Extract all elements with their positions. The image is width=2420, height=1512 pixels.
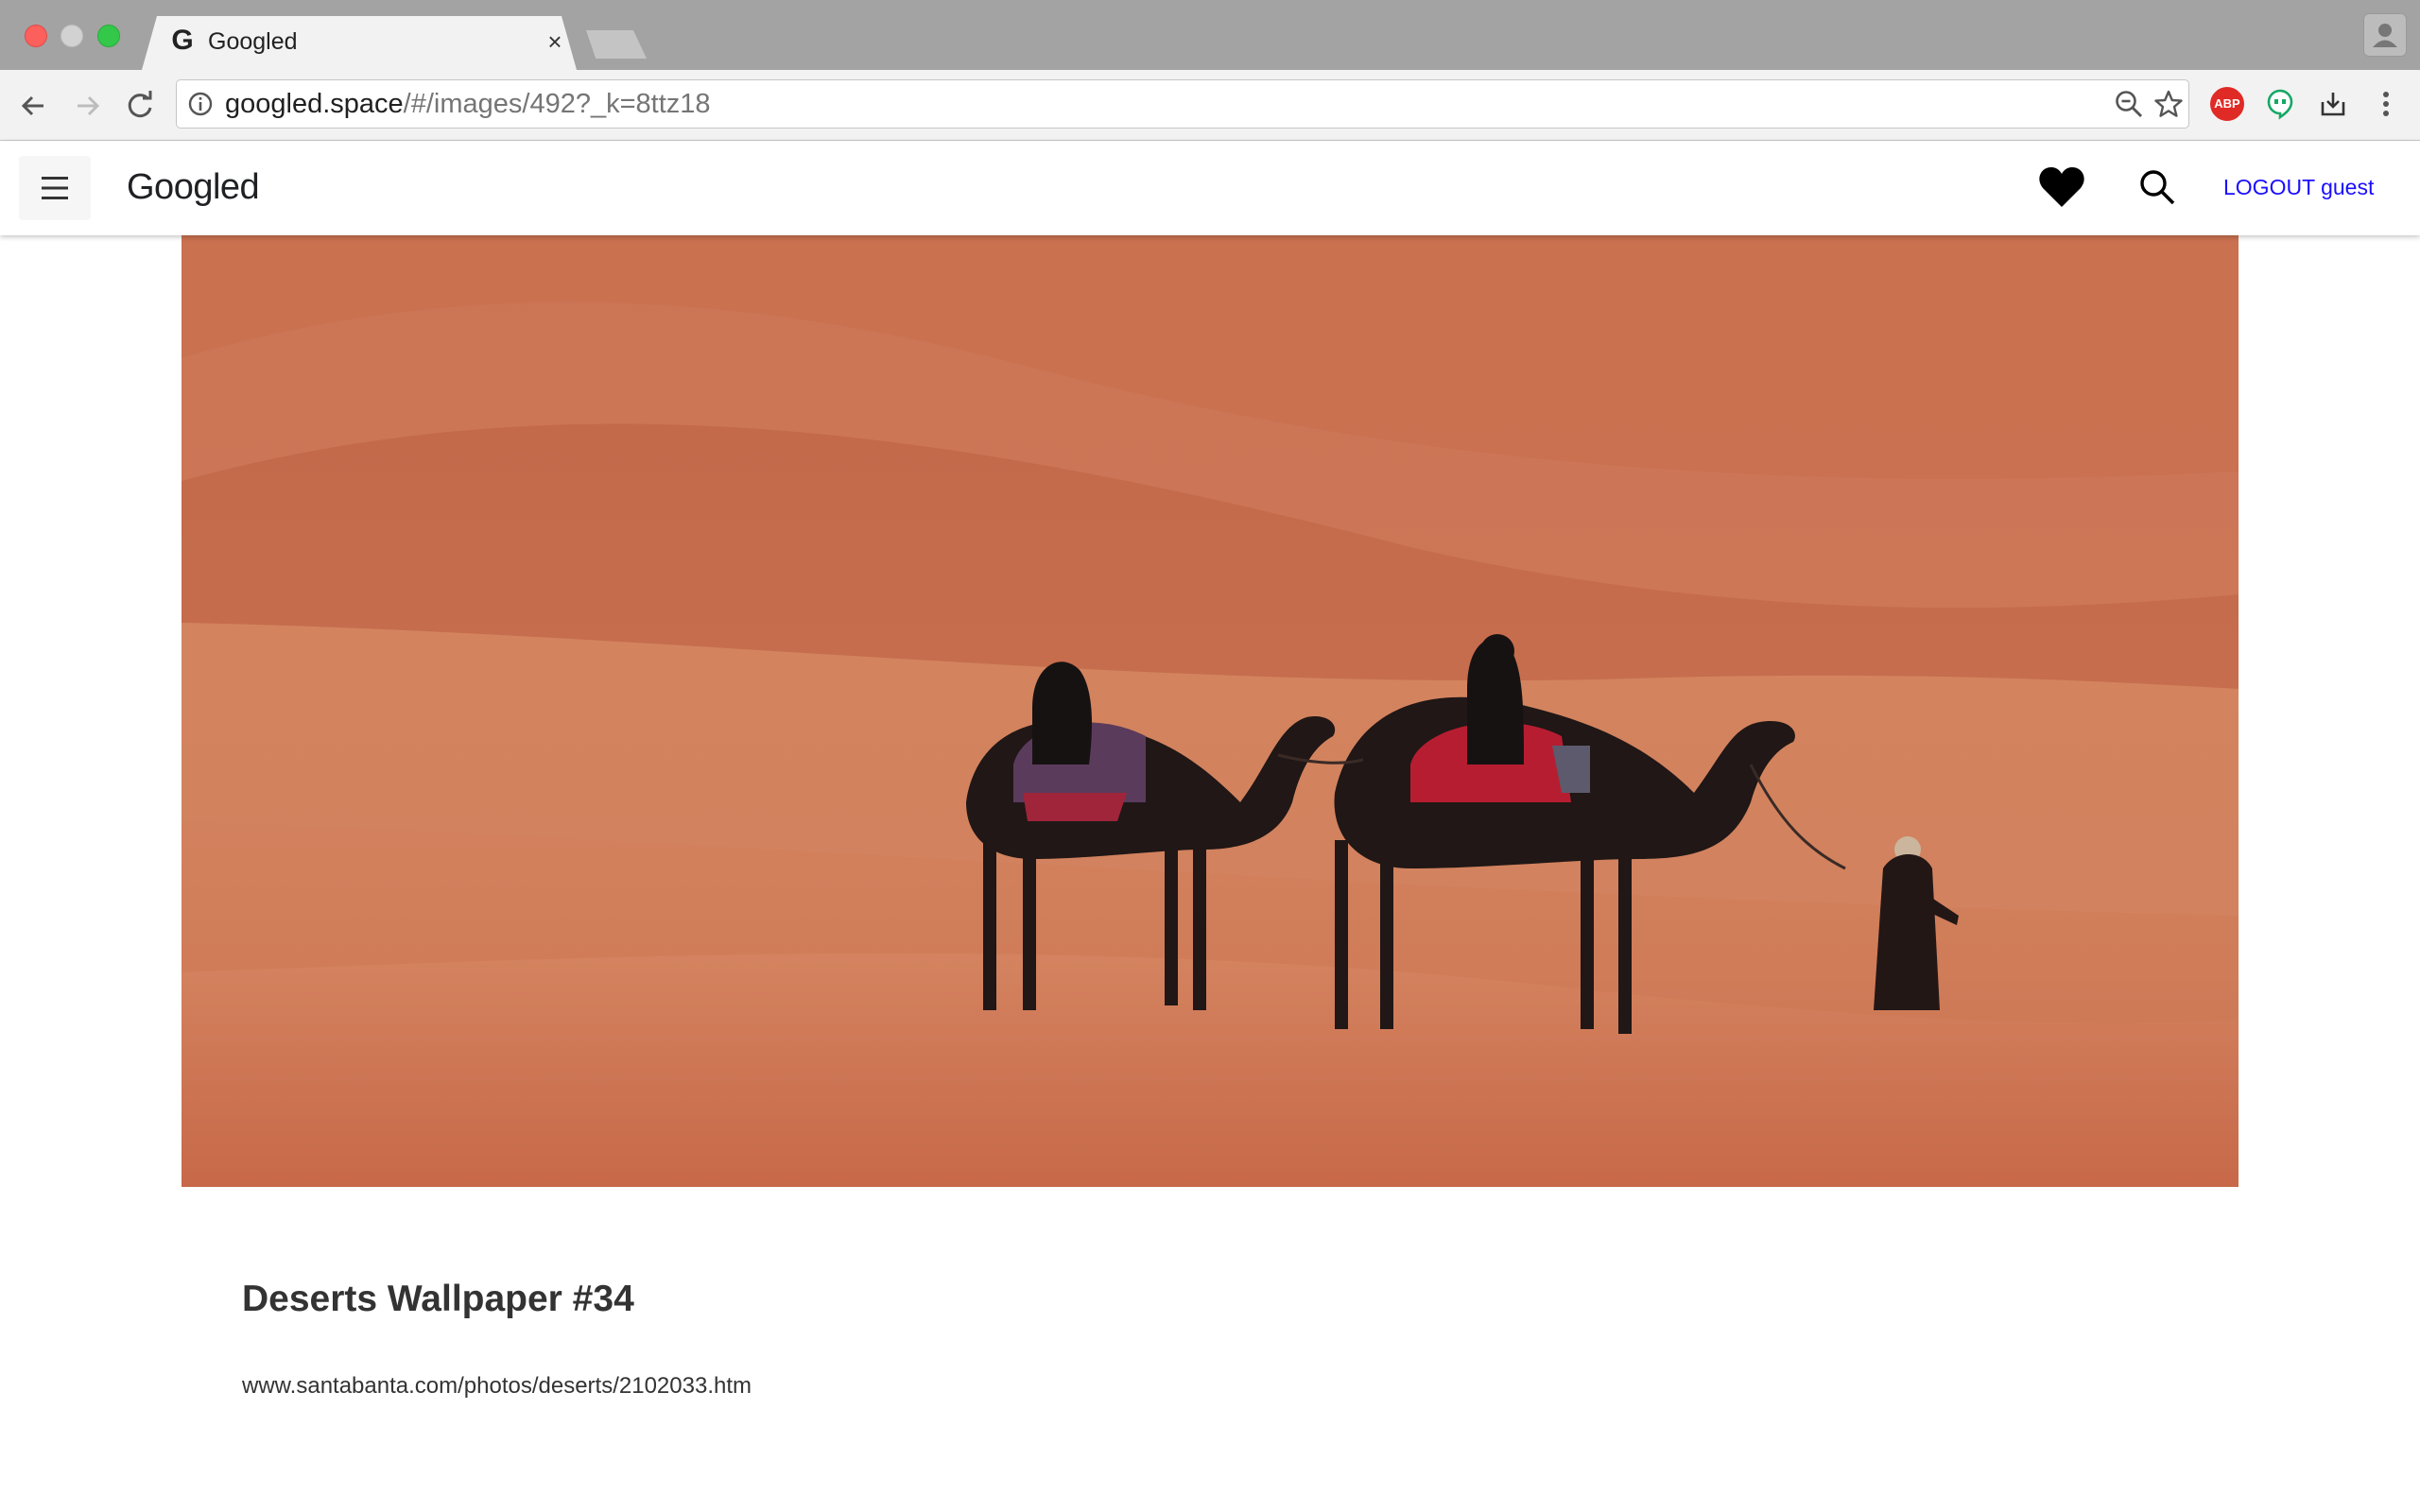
zoom-window-button[interactable] — [97, 25, 120, 47]
desert-wallpaper-image[interactable] — [182, 235, 2238, 1187]
zoom-out-icon[interactable] — [2114, 89, 2144, 119]
image-source-url[interactable]: www.santabanta.com/photos/deserts/210203… — [242, 1370, 752, 1402]
hamburger-icon[interactable] — [19, 156, 91, 220]
minimize-window-button[interactable] — [60, 25, 83, 47]
app-logo[interactable]: Googled — [127, 164, 260, 210]
back-arrow-icon[interactable] — [15, 87, 53, 125]
url-path: /#/images/492?_k=8ttz18 — [403, 89, 711, 119]
image-title: Deserts Wallpaper #34 — [242, 1279, 634, 1319]
star-icon[interactable] — [2153, 89, 2184, 119]
logout-link[interactable]: LOGOUT guest — [2223, 173, 2374, 201]
tab-title: Googled — [208, 28, 298, 55]
download-icon[interactable] — [2316, 87, 2350, 121]
close-window-button[interactable] — [25, 25, 47, 47]
tab-active[interactable] — [142, 16, 577, 70]
kebab-menu-icon[interactable] — [2369, 87, 2403, 121]
search-icon[interactable] — [2136, 166, 2178, 208]
reload-icon[interactable] — [121, 87, 159, 125]
forward-arrow-icon[interactable] — [68, 87, 106, 125]
tab-close-button[interactable]: × — [543, 26, 567, 57]
heart-icon[interactable] — [2038, 164, 2085, 210]
url-host: googled.space — [225, 89, 404, 119]
url-text[interactable]: googled.space/#/images/492?_k=8ttz18 — [225, 86, 711, 122]
tab-favicon-icon: G — [171, 25, 194, 56]
hangouts-icon[interactable] — [2263, 87, 2297, 121]
info-icon[interactable] — [187, 91, 214, 117]
profile-icon[interactable] — [2363, 13, 2407, 57]
